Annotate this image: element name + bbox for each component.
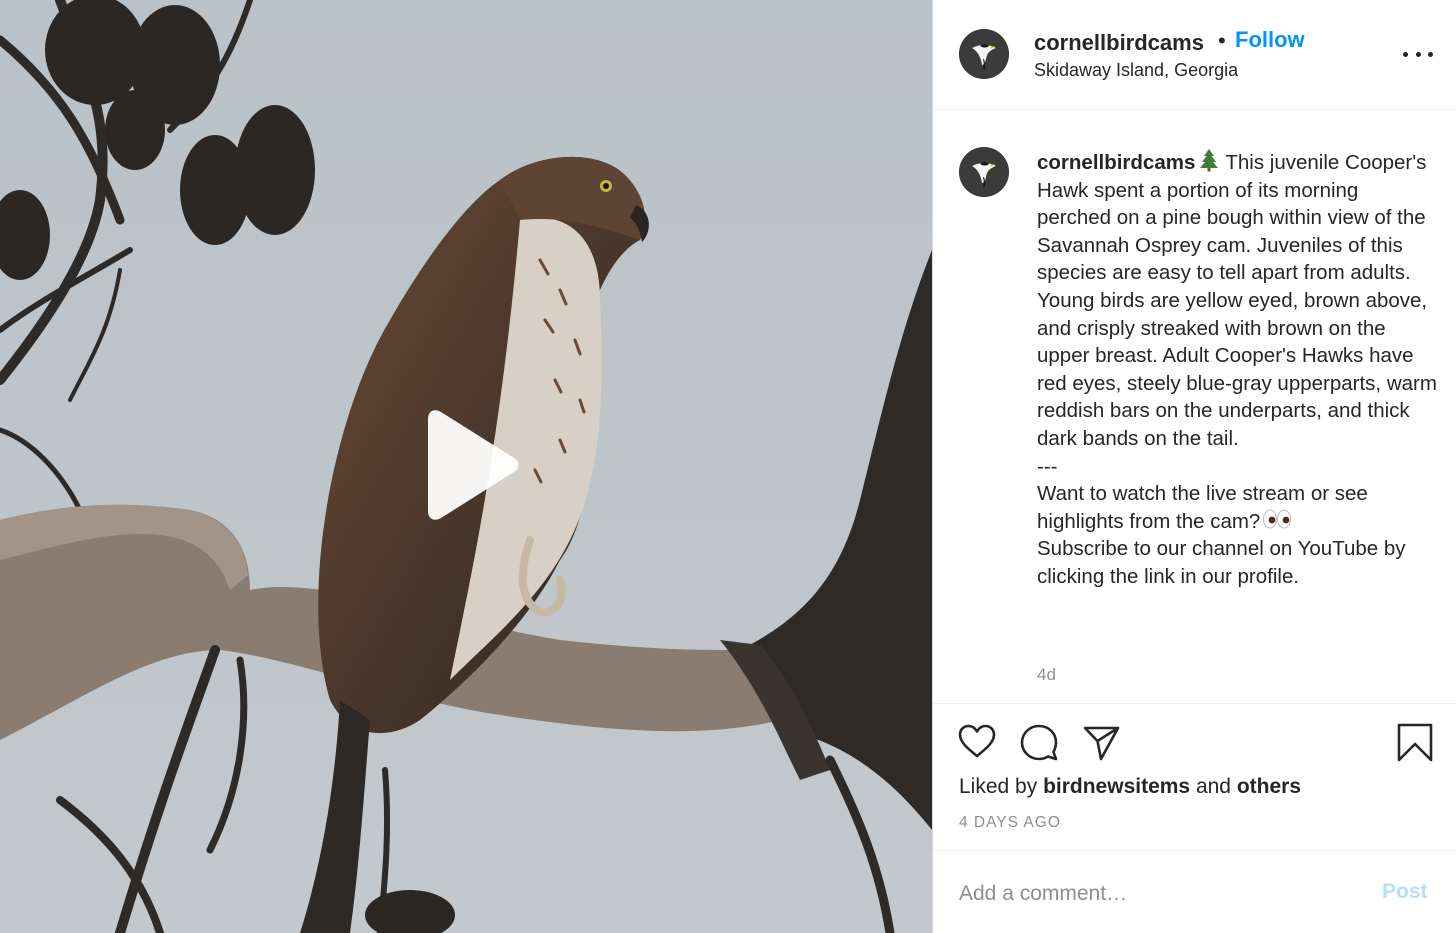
more-dot [1428,51,1433,57]
bookmark-icon [1397,723,1433,762]
liked-others-link[interactable]: others [1237,775,1301,798]
follow-button[interactable]: Follow [1235,27,1305,53]
caption-body: This juvenile Cooper's Hawk spent a port… [1037,151,1437,450]
liked-user-link[interactable]: birdnewsitems [1043,775,1190,798]
post-sidebar: cornellbirdcams • Follow Skidaway Island… [932,0,1456,933]
caption-username-link[interactable]: cornellbirdcams [1037,151,1195,174]
caption-subscribe: Subscribe to our channel on YouTube by c… [1037,537,1406,588]
post-comment-button[interactable]: Post [1382,880,1428,904]
evergreen-tree-icon [1200,149,1219,172]
like-button[interactable] [957,722,997,762]
play-button[interactable] [410,405,530,525]
liked-by-text: Liked by birdnewsitems and others [959,775,1301,799]
more-dot [1415,51,1421,57]
post-header: cornellbirdcams • Follow Skidaway Island… [933,0,1456,110]
cornell-logo-icon [959,147,1009,197]
username-link[interactable]: cornellbirdcams [1034,30,1204,56]
play-icon [428,410,519,520]
avatar[interactable] [959,29,1009,79]
caption-paragraph: cornellbirdcams This juvenile Cooper's Ha… [1037,148,1437,453]
comment-icon [1020,724,1058,761]
action-bar: Liked by birdnewsitems and others 4 DAYS… [933,703,1456,850]
heart-icon [958,724,996,758]
eyes-emoji-icon [1263,509,1292,529]
caption-divider: --- [1037,454,1058,478]
save-button[interactable] [1395,722,1435,762]
more-dot [1403,51,1408,57]
comment-button[interactable] [1019,722,1059,762]
liked-and: and [1195,775,1231,798]
caption-avatar[interactable] [959,147,1009,197]
caption-section: cornellbirdcams This juvenile Cooper's Ha… [933,110,1456,703]
post-date[interactable]: 4 DAYS AGO [959,814,1061,832]
post-video[interactable] [0,0,932,933]
paper-plane-icon [1083,726,1120,761]
cornell-logo-icon [959,29,1009,79]
comment-input[interactable] [959,877,1359,911]
comment-bar: Post [933,850,1456,933]
liked-prefix: Liked by [959,775,1038,798]
share-button[interactable] [1081,722,1121,762]
caption-cta: Want to watch the live stream or see hig… [1037,480,1437,535]
caption-cta-text: Want to watch the live stream or see hig… [1037,482,1368,533]
follow-separator: • [1218,28,1226,53]
caption-text: cornellbirdcams This juvenile Cooper's Ha… [1037,148,1437,591]
caption-time-ago[interactable]: 4d [1037,665,1056,685]
location-link[interactable]: Skidaway Island, Georgia [1034,60,1238,81]
more-options-icon[interactable] [1403,44,1433,64]
